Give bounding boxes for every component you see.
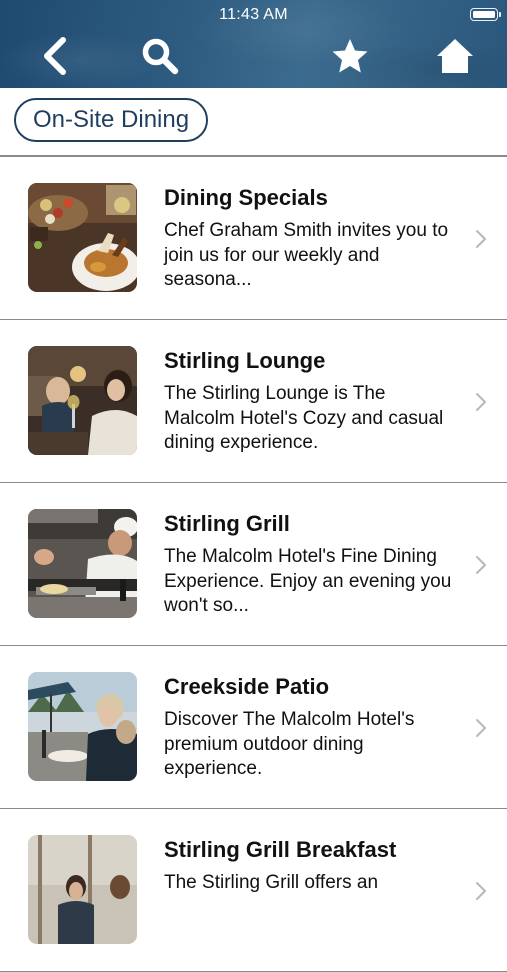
- chevron-right-icon: [476, 719, 486, 737]
- list-item-creekside-patio[interactable]: Creekside Patio Discover The Malcolm Hot…: [0, 646, 507, 809]
- item-description: The Malcolm Hotel's Fine Dining Experien…: [164, 546, 452, 616]
- item-description: The Stirling Lounge is The Malcolm Hotel…: [164, 383, 444, 453]
- item-title: Stirling Lounge: [164, 348, 326, 373]
- item-description: Chef Graham Smith invites you to join us…: [164, 220, 449, 290]
- list-item-stirling-grill[interactable]: Stirling Grill The Malcolm Hotel's Fine …: [0, 483, 507, 646]
- chip-label: On-Site Dining: [33, 106, 190, 133]
- dining-specials-thumbnail: [28, 183, 137, 292]
- dining-list: Dining Specials Chef Graham Smith invite…: [0, 157, 507, 972]
- home-button[interactable]: [435, 36, 475, 76]
- chevron-right-icon: [476, 556, 486, 574]
- on-site-dining-chip[interactable]: On-Site Dining: [14, 98, 209, 142]
- creekside-patio-thumbnail: [28, 672, 137, 781]
- chevron-right-icon: [476, 230, 486, 248]
- stirling-lounge-thumbnail: [28, 346, 137, 455]
- status-time: 11:43 AM: [219, 6, 288, 23]
- list-item-stirling-grill-breakfast[interactable]: Stirling Grill Breakfast The Stirling Gr…: [0, 809, 507, 972]
- stirling-grill-breakfast-thumbnail: [28, 835, 137, 944]
- app-header: 11:43 AM: [0, 0, 507, 88]
- battery-icon: [470, 8, 501, 21]
- stirling-grill-thumbnail: [28, 509, 137, 618]
- search-button[interactable]: [140, 36, 180, 76]
- favorites-button[interactable]: [330, 36, 370, 76]
- item-title: Stirling Grill: [164, 511, 290, 536]
- star-icon: [332, 39, 368, 73]
- chevron-left-icon: [44, 37, 66, 75]
- home-icon: [437, 39, 473, 73]
- item-title: Dining Specials: [164, 185, 328, 210]
- back-button[interactable]: [34, 36, 74, 76]
- search-icon: [142, 38, 179, 75]
- item-title: Stirling Grill Breakfast: [164, 837, 397, 862]
- item-title: Creekside Patio: [164, 674, 330, 699]
- list-item-dining-specials[interactable]: Dining Specials Chef Graham Smith invite…: [0, 157, 507, 320]
- item-description: Discover The Malcolm Hotel's premium out…: [164, 709, 415, 779]
- item-description: The Stirling Grill offers an: [164, 872, 379, 893]
- chevron-right-icon: [476, 882, 486, 900]
- list-item-stirling-lounge[interactable]: Stirling Lounge The Stirling Lounge is T…: [0, 320, 507, 483]
- chevron-right-icon: [476, 393, 486, 411]
- filter-bar: On-Site Dining: [0, 88, 507, 156]
